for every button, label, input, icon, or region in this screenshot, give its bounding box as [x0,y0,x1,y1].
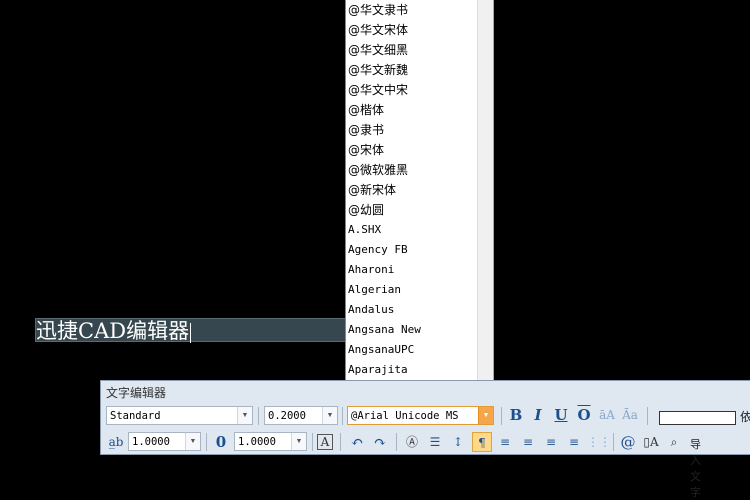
font-select[interactable]: @Arial Unicode MS ▼ [347,406,494,425]
panel-title: 文字编辑器 [106,386,167,400]
width-factor-select[interactable]: 1.0000 ▼ [234,432,307,451]
uppercase-icon[interactable]: āA [597,405,617,425]
text-color-select[interactable] [659,411,736,425]
text-editor-panel: 文字编辑器 Standard ▼ 0.2000 ▼ @Arial Unicode… [100,380,750,499]
undo-icon[interactable]: ↶ [347,432,367,452]
lowercase-icon[interactable]: Āa [620,405,640,425]
redo-icon[interactable]: ↷ [370,432,390,452]
font-list-item[interactable]: Aharoni [346,260,493,280]
text-height-value: 0.2000 [268,410,306,422]
find-replace-icon[interactable]: ⌕ [664,432,684,452]
line-spacing-icon[interactable]: ↕ [448,432,468,452]
overline-icon[interactable]: O [574,405,594,425]
distribute-icon[interactable]: ⋮⋮ [587,432,611,452]
canvas-text-content: 迅捷CAD编辑器 [36,319,190,343]
font-list-item[interactable]: Andalus [346,300,493,320]
chevron-down-icon[interactable]: ▼ [237,407,252,424]
font-list-item[interactable]: Algerian [346,280,493,300]
width-factor-icon: 0 [215,433,227,451]
divider [340,433,341,451]
font-list-items: @华文隶书 @华文宋体 @华文细黑 @华文新魏 @华文中宋 @楷体 @隶书 @宋体 @微软雅黑 @… [346,0,493,399]
trailing-text: 依 [740,410,750,424]
text-height-select[interactable]: 0.2000 ▼ [264,406,338,425]
bold-icon[interactable]: B [506,405,526,425]
font-list-item[interactable]: @楷体 [346,100,493,120]
text-frame-icon[interactable]: Ⓐ [402,432,422,452]
align-center-icon[interactable]: ≡ [518,432,538,452]
background-mask-icon[interactable]: A [317,434,333,450]
font-list-item[interactable]: AngsanaUPC [346,340,493,360]
divider [312,433,313,451]
canvas-text-editor[interactable]: 迅捷CAD编辑器 [35,318,348,343]
symbol-icon[interactable]: @ [618,432,638,452]
list-icon[interactable]: ☰ [425,432,445,452]
font-list-item[interactable]: A.SHX [346,220,493,240]
align-right-icon[interactable]: ≡ [541,432,561,452]
chevron-down-icon[interactable]: ▼ [322,407,337,424]
list-scrollbar[interactable]: ▼ [477,0,493,399]
font-list-item[interactable]: @华文隶书 [346,0,493,20]
style-select-value: Standard [110,410,161,422]
font-list-item[interactable]: @幼圆 [346,200,493,220]
divider [206,433,207,451]
font-list-item[interactable]: @华文新魏 [346,60,493,80]
style-select[interactable]: Standard ▼ [106,406,253,425]
chevron-down-icon[interactable]: ▼ [478,407,493,424]
font-list-item[interactable]: @华文中宋 [346,80,493,100]
font-list-item[interactable]: @新宋体 [346,180,493,200]
font-list-item[interactable]: Aparajita [346,360,493,380]
font-select-value: @Arial Unicode MS [351,410,459,422]
chevron-down-icon[interactable]: ▼ [291,433,306,450]
tracking-icon: a̲b [108,435,124,449]
width-factor-value: 1.0000 [238,436,276,448]
font-list-item[interactable]: @华文细黑 [346,40,493,60]
field-icon[interactable]: ▯A [641,432,661,452]
divider [647,407,648,425]
paragraph-icon[interactable]: ¶ [472,432,492,452]
font-dropdown-list[interactable]: @华文隶书 @华文宋体 @华文细黑 @华文新魏 @华文中宋 @楷体 @隶书 @宋体 @微软雅黑 @… [345,0,494,400]
import-text-button[interactable]: 导入文字 [690,436,701,500]
font-list-item[interactable]: @华文宋体 [346,20,493,40]
font-list-item[interactable]: @微软雅黑 [346,160,493,180]
tracking-value: 1.0000 [132,436,170,448]
font-list-item[interactable]: @隶书 [346,120,493,140]
underline-icon[interactable]: U [551,405,571,425]
divider [396,433,397,451]
align-left-icon[interactable]: ≡ [495,432,515,452]
font-list-item[interactable]: Agency FB [346,240,493,260]
font-list-item[interactable]: Angsana New [346,320,493,340]
chevron-down-icon[interactable]: ▼ [185,433,200,450]
text-caret [190,322,192,343]
divider [258,407,259,425]
font-list-item[interactable]: @宋体 [346,140,493,160]
divider [501,407,502,425]
canvas-text: 迅捷CAD编辑器 [36,319,192,343]
divider [342,407,343,425]
italic-icon[interactable]: I [528,405,548,425]
tracking-select[interactable]: 1.0000 ▼ [128,432,201,451]
divider [613,433,614,451]
justify-icon[interactable]: ≡ [564,432,584,452]
